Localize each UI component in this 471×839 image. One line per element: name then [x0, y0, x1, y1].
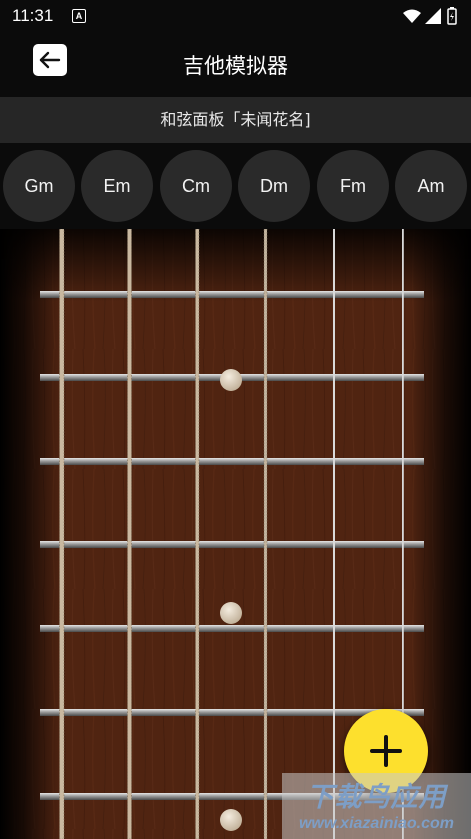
battery-icon	[447, 7, 457, 25]
chord-button-cm[interactable]: Cm	[160, 150, 232, 222]
chord-button-dm[interactable]: Dm	[238, 150, 310, 222]
status-time: 11:31	[12, 6, 54, 25]
watermark-text: 下载鸟应用	[306, 782, 447, 813]
string-5	[127, 229, 132, 839]
page-title: 吉他模拟器	[183, 54, 288, 78]
chord-button-em[interactable]: Em	[81, 150, 153, 222]
system-status-icons	[403, 7, 457, 25]
string-3	[263, 229, 268, 839]
chord-panel-label[interactable]: 和弦面板「未闻花名]	[0, 97, 471, 143]
string-2	[333, 229, 335, 839]
chord-button-row: Gm Em Cm Dm Fm Am	[0, 143, 471, 229]
chord-button-am[interactable]: Am	[395, 150, 467, 222]
string-6	[59, 229, 65, 839]
chord-button-gm[interactable]: Gm	[3, 150, 75, 222]
status-bar: 11:31 A	[0, 0, 471, 32]
wifi-icon	[403, 9, 421, 23]
app-header: 吉他模拟器	[0, 32, 471, 96]
watermark-url: www.xiazainiao.com	[298, 815, 454, 832]
fret-5	[40, 625, 424, 632]
string-4	[195, 229, 200, 839]
notification-icon: A	[72, 9, 86, 23]
signal-icon	[425, 8, 441, 24]
chord-button-fm[interactable]: Fm	[317, 150, 389, 222]
fret-marker-dot	[220, 602, 242, 624]
fret-4	[40, 541, 424, 548]
fret-marker-dot	[220, 369, 242, 391]
fret-marker-dot	[220, 809, 242, 831]
watermark: 下载鸟应用 www.xiazainiao.com	[282, 773, 471, 839]
fret-3	[40, 458, 424, 465]
fret-1	[40, 291, 424, 298]
